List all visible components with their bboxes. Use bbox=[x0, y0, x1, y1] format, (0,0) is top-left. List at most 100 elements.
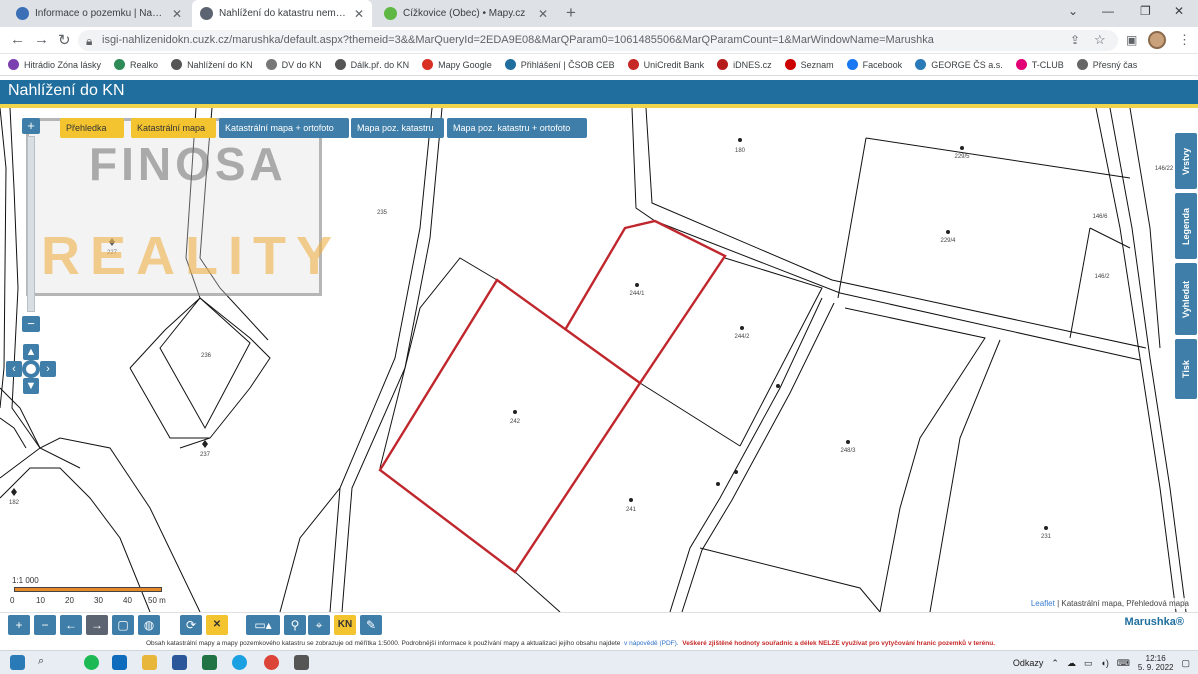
parcel-236[interactable] bbox=[159, 297, 251, 430]
scale-ratio: 1:1 000 bbox=[12, 576, 39, 585]
search-icon[interactable]: ⌕ bbox=[38, 655, 53, 670]
calculator-icon[interactable] bbox=[294, 655, 309, 670]
parcel-boundary bbox=[341, 108, 443, 612]
close-tab-icon[interactable]: ✕ bbox=[538, 7, 548, 21]
bookmark-item[interactable]: GEORGE ČS a.s. bbox=[915, 59, 1003, 70]
zoom-in-tool-button[interactable]: + bbox=[8, 615, 30, 635]
tab-vrstvy[interactable]: Vrstvy bbox=[1175, 133, 1197, 189]
tab-mapy-cz[interactable]: Čížkovice (Obec) • Mapy.cz ✕ bbox=[376, 0, 556, 27]
taskbar-clock[interactable]: 12:16 5. 9. 2022 bbox=[1138, 654, 1174, 672]
bookmark-item[interactable]: UniCredit Bank bbox=[627, 59, 704, 70]
pan-center-icon[interactable] bbox=[22, 360, 40, 378]
place-marker-button[interactable]: ⚲ bbox=[284, 615, 306, 635]
zoom-out-button[interactable]: − bbox=[22, 316, 40, 332]
chrome-icon[interactable] bbox=[264, 655, 279, 670]
refresh-map-button[interactable]: ⟳ bbox=[180, 615, 202, 635]
finosa-reality-watermark: FINOSA REALITY bbox=[26, 118, 332, 296]
share-icon[interactable]: ⇪ bbox=[1070, 33, 1080, 47]
clear-selection-button[interactable]: ✕ bbox=[206, 615, 228, 635]
tray-chevron-icon[interactable]: ⌃ bbox=[1051, 658, 1059, 669]
app-title: Nahlížení do KN bbox=[8, 82, 125, 99]
maximize-icon[interactable]: ❐ bbox=[1140, 4, 1151, 18]
side-panel-icon[interactable]: ▣ bbox=[1126, 33, 1137, 47]
tab-vyhledat[interactable]: Vyhledat bbox=[1175, 263, 1197, 335]
layer-mapa-poz-katastru-button[interactable]: Mapa poz. katastru bbox=[351, 118, 444, 138]
full-extent-globe-button[interactable]: ◍ bbox=[138, 615, 160, 635]
file-explorer-icon[interactable] bbox=[142, 655, 157, 670]
selected-parcel-244-1-outline[interactable] bbox=[563, 219, 727, 384]
bookmark-item[interactable]: T-CLUB bbox=[1015, 59, 1064, 70]
zoom-in-button[interactable]: + bbox=[22, 118, 40, 134]
kn-info-button[interactable]: KN bbox=[334, 615, 356, 635]
language-icon[interactable]: ⌨ bbox=[1117, 658, 1130, 669]
parcel-label-146-2: 146/2 bbox=[1094, 274, 1110, 280]
notifications-icon[interactable]: ▢ bbox=[1181, 658, 1190, 669]
pan-down-button[interactable]: ▼ bbox=[23, 378, 39, 394]
leaflet-link[interactable]: Leaflet bbox=[1031, 599, 1055, 608]
new-tab-button[interactable]: + bbox=[566, 3, 576, 23]
volume-icon[interactable]: ◖) bbox=[1100, 658, 1108, 668]
radio-icon bbox=[8, 59, 19, 70]
tab-tisk[interactable]: Tisk bbox=[1175, 339, 1197, 399]
excel-icon[interactable] bbox=[202, 655, 217, 670]
locate-position-button[interactable]: ⌖ bbox=[308, 615, 330, 635]
address-bar[interactable]: 🔒︎ isgi-nahlizenidokn.cuzk.cz/marushka/d… bbox=[78, 30, 1118, 51]
pan-up-button[interactable]: ▲ bbox=[23, 344, 39, 360]
back-arrow-icon[interactable]: ← bbox=[10, 31, 25, 48]
parcel-label-229-4: 229/4 bbox=[940, 238, 956, 244]
help-pdf-link[interactable]: v nápovědě (PDF). bbox=[624, 640, 679, 647]
pan-left-button[interactable]: ‹ bbox=[6, 361, 22, 377]
windows-start-icon[interactable] bbox=[10, 655, 25, 670]
network-icon[interactable]: ▭ bbox=[1084, 658, 1093, 669]
bookmark-item[interactable]: Hitrádio Zóna lásky bbox=[8, 59, 101, 70]
bookmark-item[interactable]: Přesný čas bbox=[1076, 59, 1137, 70]
bookmark-item[interactable]: Dálk.př. do KN bbox=[334, 59, 409, 70]
close-window-icon[interactable]: ✕ bbox=[1174, 4, 1184, 18]
tab-legenda[interactable]: Legenda bbox=[1175, 193, 1197, 259]
layer-katastralni-mapa-button[interactable]: Katastrální mapa bbox=[131, 118, 216, 138]
bookmark-item[interactable]: Seznam bbox=[784, 59, 834, 70]
word-icon[interactable] bbox=[172, 655, 187, 670]
cuzk-favicon-icon bbox=[200, 7, 213, 20]
bookmark-item[interactable]: Přihlášení | ČSOB CEB bbox=[504, 59, 615, 70]
measure-tool-button[interactable]: ▭▴ bbox=[246, 615, 280, 635]
map-pin-icon bbox=[422, 59, 434, 70]
forward-arrow-icon[interactable]: → bbox=[34, 31, 49, 48]
tab-informace-o-pozemku[interactable]: Informace o pozemku | Nahlížení do katas… bbox=[8, 0, 190, 27]
tab-nahlizeni[interactable]: Nahlížení do katastru nemovitostí p ✕ bbox=[192, 0, 372, 27]
minimize-icon[interactable]: — bbox=[1102, 4, 1114, 18]
edge-icon[interactable] bbox=[232, 655, 247, 670]
parcel-boundary bbox=[865, 137, 1131, 179]
layer-prehledka-button[interactable]: Přehledka bbox=[60, 118, 124, 138]
layer-katastralni-ortofoto-button[interactable]: Katastrální mapa + ortofoto bbox=[219, 118, 349, 138]
selected-parcel-242-outline[interactable] bbox=[378, 278, 642, 574]
menu-kebab-icon[interactable]: ⋮ bbox=[1178, 32, 1191, 48]
odkazy-toolbar[interactable]: Odkazy bbox=[1013, 658, 1044, 668]
spotify-icon[interactable] bbox=[84, 655, 99, 670]
zoom-slider[interactable] bbox=[27, 136, 35, 312]
bookmark-item[interactable]: Facebook bbox=[846, 59, 902, 70]
layer-mapa-poz-ortofoto-button[interactable]: Mapa poz. katastru + ortofoto bbox=[447, 118, 587, 138]
outlook-icon[interactable] bbox=[112, 655, 127, 670]
bookmark-item[interactable]: iDNES.cz bbox=[717, 59, 772, 70]
browser-toolbar: ← → ↻ 🔒︎ isgi-nahlizenidokn.cuzk.cz/maru… bbox=[0, 27, 1198, 54]
feedback-bubble-button[interactable]: ✎ bbox=[360, 615, 382, 635]
bookmark-item[interactable]: Realko bbox=[114, 59, 158, 70]
reload-icon[interactable]: ↻ bbox=[58, 31, 71, 49]
cloud-icon[interactable]: ☁ bbox=[1067, 658, 1076, 669]
system-tray: Odkazy ⌃ ☁ ▭ ◖) ⌨ 12:16 5. 9. 2022 ▢ bbox=[1013, 654, 1190, 672]
zoom-rectangle-button[interactable]: ▢ bbox=[112, 615, 134, 635]
pan-right-button[interactable]: › bbox=[40, 361, 56, 377]
close-tab-icon[interactable]: ✕ bbox=[354, 7, 364, 21]
next-view-button[interactable]: → bbox=[86, 615, 108, 635]
bookmark-item[interactable]: DV do KN bbox=[265, 59, 322, 70]
tab-search-chevron-icon[interactable]: ⌄ bbox=[1068, 4, 1078, 18]
profile-avatar[interactable] bbox=[1148, 31, 1166, 49]
previous-view-button[interactable]: ← bbox=[60, 615, 82, 635]
bookmark-item[interactable]: Mapy Google bbox=[422, 59, 492, 70]
close-tab-icon[interactable]: ✕ bbox=[172, 7, 182, 21]
bookmark-item[interactable]: Nahlížení do KN bbox=[171, 59, 253, 70]
bookmark-star-icon[interactable]: ☆ bbox=[1094, 32, 1106, 48]
cadastral-map[interactable]: 180 229/5 229/4 146/6 146/2 146/22 235 2… bbox=[0, 108, 1198, 612]
zoom-out-tool-button[interactable]: − bbox=[34, 615, 56, 635]
